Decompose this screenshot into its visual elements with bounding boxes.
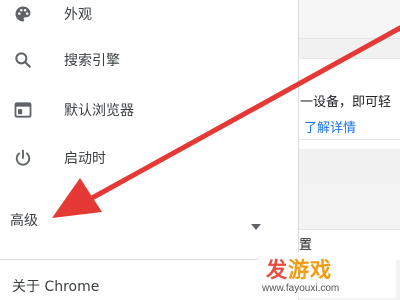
settings-row-text: 置 — [299, 238, 313, 253]
search-icon — [12, 49, 34, 71]
watermark-logo-part1: 发 — [266, 258, 288, 282]
watermark-url: www.fayouxi.com — [262, 283, 340, 294]
watermark-logo-part2: 游戏 — [288, 258, 332, 282]
nav-item-label: 搜索引擎 — [64, 53, 120, 69]
nav-item-label: 默认浏览器 — [64, 103, 134, 119]
watermark-logo: 发游戏 — [266, 254, 332, 284]
sync-description-text: 一设备，即可轻 — [300, 95, 392, 110]
about-chrome-label: 关于 Chrome — [12, 279, 100, 295]
browser-window-icon — [12, 99, 34, 121]
settings-side-drawer: 外观 搜索引擎 默认浏览器 启动时 高级 关于 Chrome — [0, 0, 299, 300]
card-divider — [299, 139, 400, 140]
drawer-divider — [0, 259, 298, 260]
nav-item-search-engine[interactable]: 搜索引擎 — [0, 38, 298, 82]
palette-icon — [12, 3, 34, 25]
content-header-strip — [299, 0, 400, 39]
caret-down-icon — [250, 216, 262, 230]
advanced-label: 高级 — [10, 213, 38, 229]
nav-item-on-startup[interactable]: 启动时 — [0, 136, 298, 180]
power-icon — [12, 147, 34, 169]
about-chrome-link[interactable]: 关于 Chrome — [0, 272, 298, 300]
nav-item-label: 外观 — [64, 7, 92, 23]
chrome-settings-screen: 外观 搜索引擎 默认浏览器 启动时 高级 关于 Chrome 一设备，即可轻 了… — [0, 0, 400, 300]
advanced-section-toggle[interactable]: 高级 — [0, 200, 298, 240]
nav-item-label: 启动时 — [64, 151, 106, 167]
site-watermark: 发游戏 www.fayouxi.com — [258, 252, 396, 298]
learn-more-link[interactable]: 了解详情 — [304, 117, 356, 136]
nav-item-appearance[interactable]: 外观 — [0, 0, 298, 36]
nav-item-default-browser[interactable]: 默认浏览器 — [0, 88, 298, 132]
